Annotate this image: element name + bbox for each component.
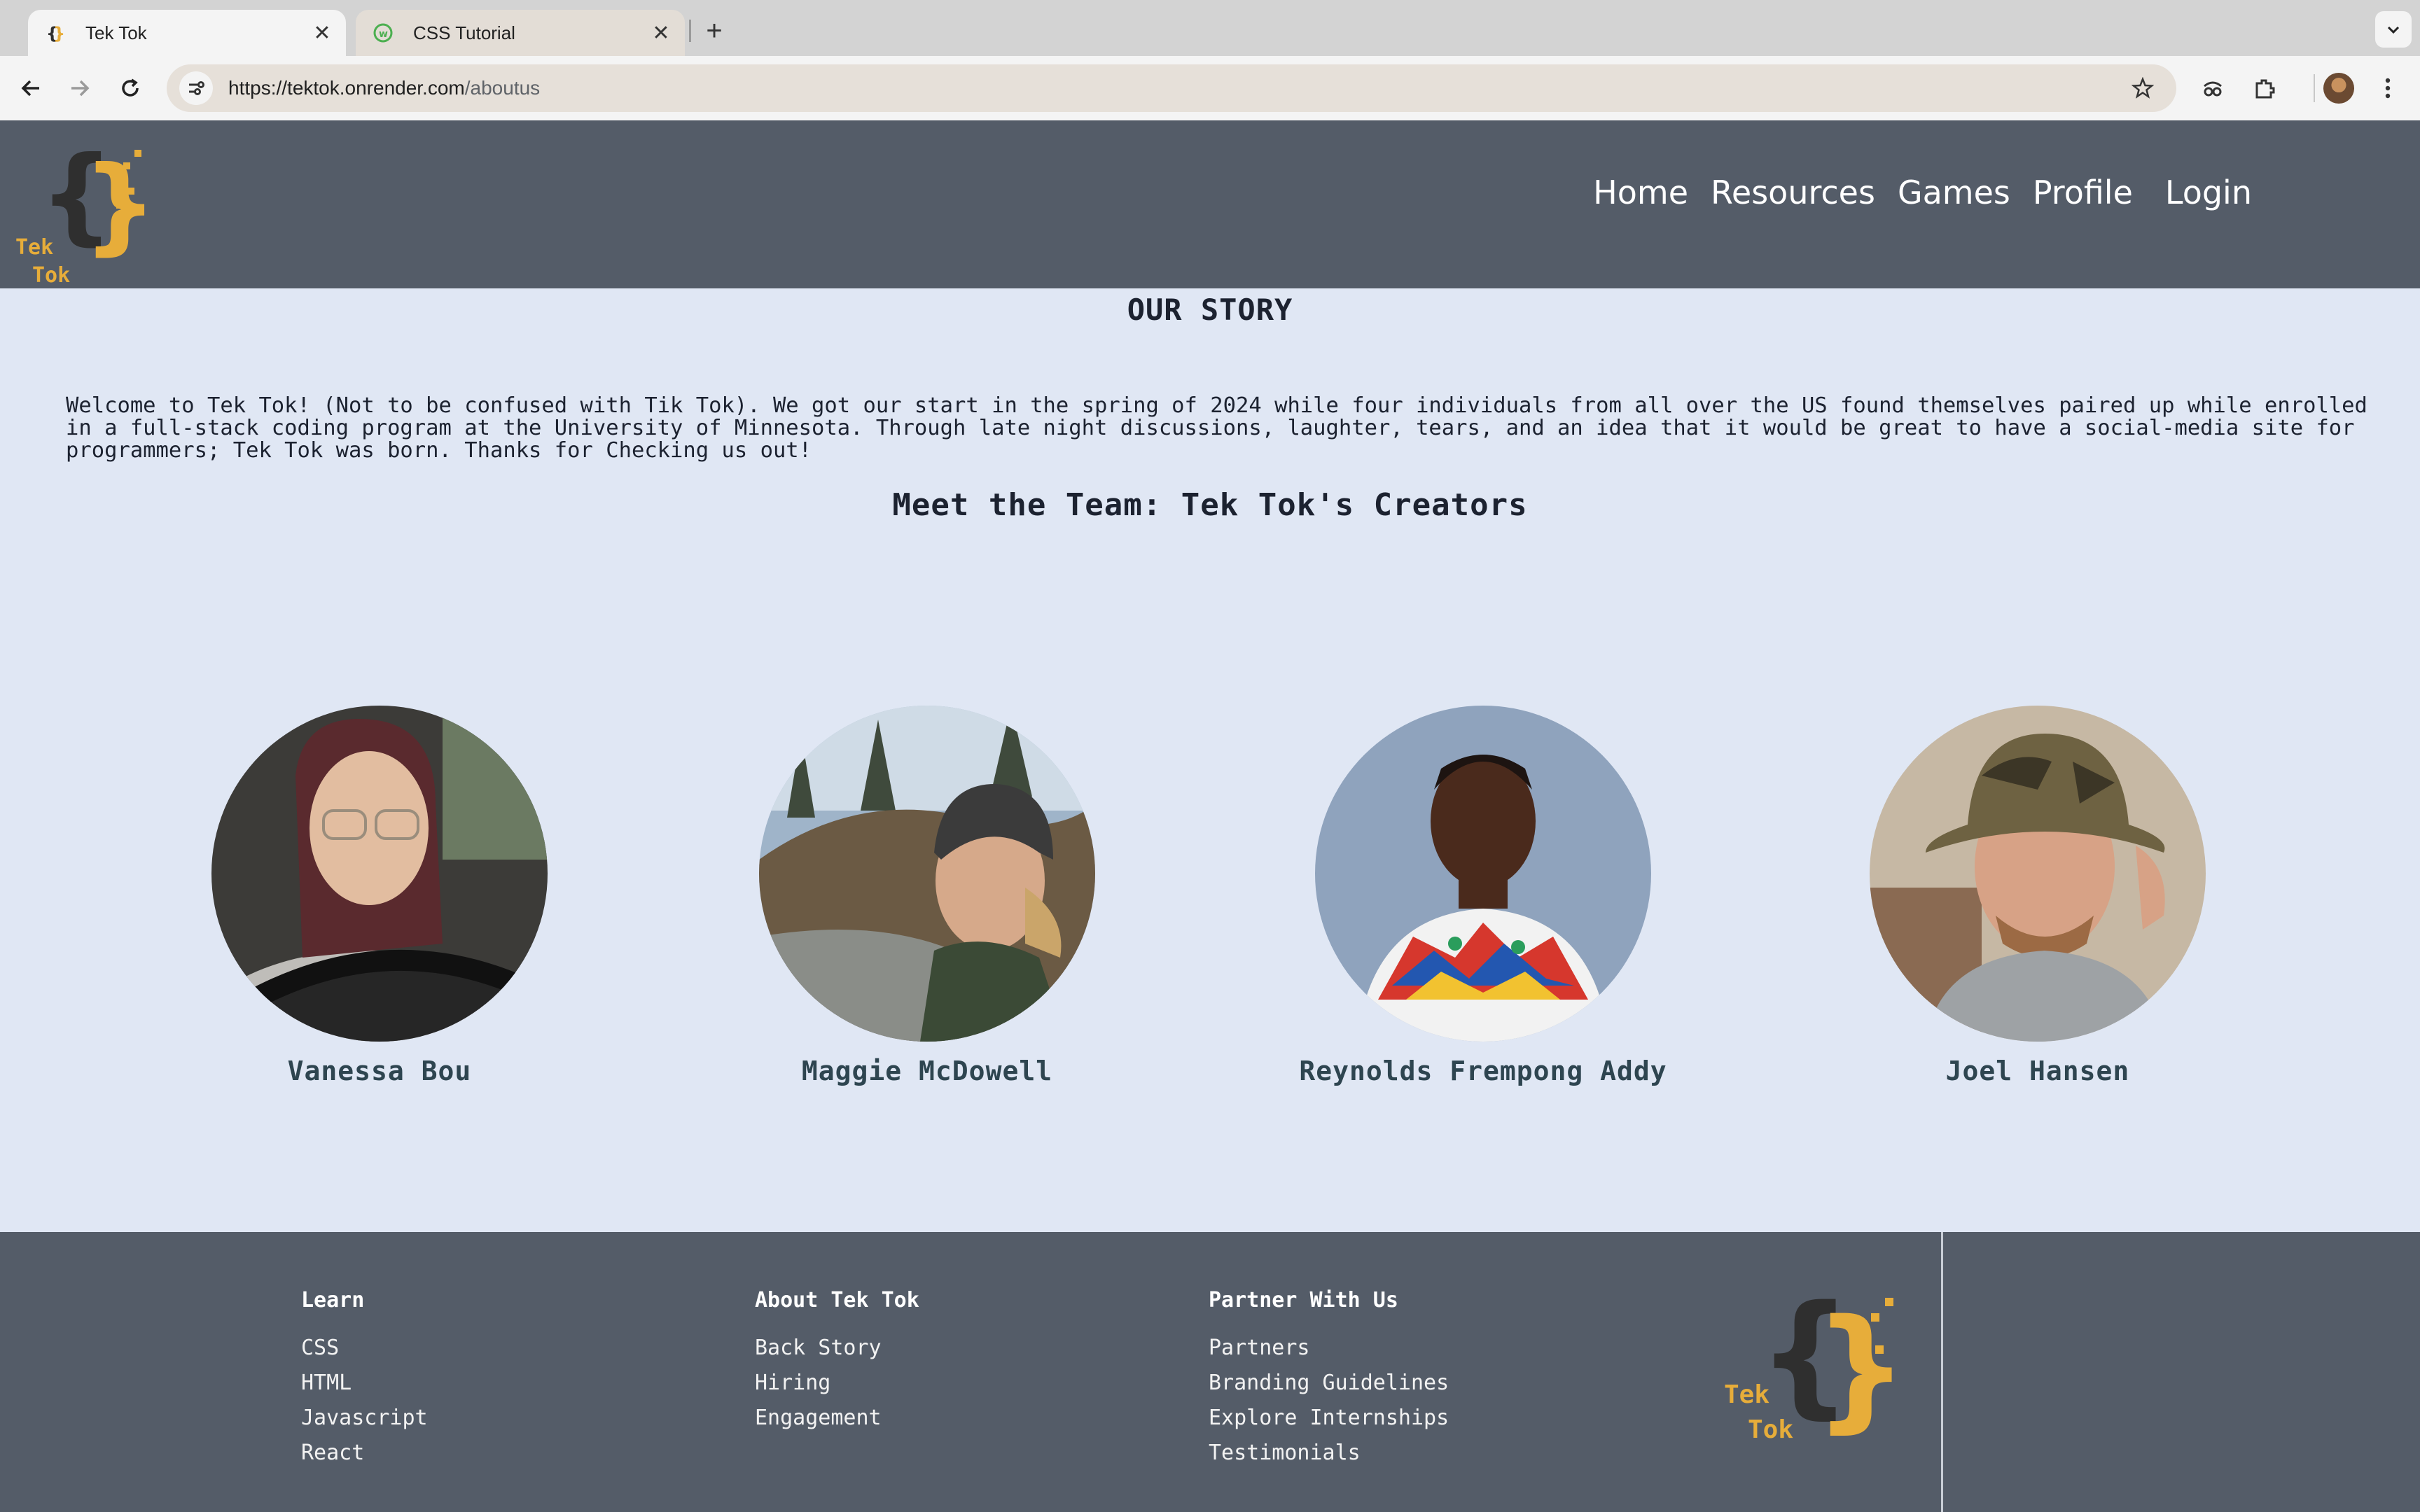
extensions-puzzle-icon[interactable] [2248,71,2281,105]
site-header: { } Tek Tok Home Resources Games Profile… [0,120,2420,288]
footer-heading: About Tek Tok [755,1288,919,1312]
footer-tektok-logo[interactable]: { } Tek Tok [1720,1277,1908,1463]
reload-button[interactable] [113,71,147,105]
member-photo [1870,706,2206,1042]
footer-link-javascript[interactable]: Javascript [301,1401,428,1436]
nav-profile[interactable]: Profile [2033,174,2133,211]
team-member-card: Reynolds Frempong Addy [1287,706,1679,1086]
tab-separator [689,20,691,42]
logo-pixel [1854,1330,1863,1338]
close-tab-icon[interactable]: ✕ [308,19,336,47]
footer-col-partner: Partner With Us Partners Branding Guidel… [1209,1288,1449,1471]
site-footer: Learn CSS HTML Javascript React About Te… [0,1232,2420,1512]
url-host: https://tektok.onrender.com [228,77,465,99]
member-name: Maggie McDowell [801,1056,1053,1086]
svg-text:w: w [379,29,388,40]
nav-login[interactable]: Login [2165,174,2252,211]
footer-link-internships[interactable]: Explore Internships [1209,1401,1449,1436]
footer-divider [1941,1232,1943,1512]
main-nav: Home Resources Games Profile Login [1571,174,2252,211]
logo-pixel [1860,1364,1868,1372]
browser-tab-bar: {} Tek Tok ✕ w CSS Tutorial ✕ + [0,0,2420,56]
logo-pixel [127,188,134,195]
footer-link-react[interactable]: React [301,1436,428,1471]
close-tab-icon[interactable]: ✕ [647,19,675,47]
url-text: https://tektok.onrender.com/aboutus [228,77,2126,99]
footer-link-back-story[interactable]: Back Story [755,1331,919,1366]
logo-word-tek: Tek [15,235,54,260]
footer-link-testimonials[interactable]: Testimonials [1209,1436,1449,1471]
member-photo [1315,706,1651,1042]
site-info-icon[interactable] [179,71,213,105]
story-heading: OUR STORY [1127,293,1293,327]
browser-toolbar: https://tektok.onrender.com/aboutus [0,56,2420,120]
footer-heading: Partner With Us [1209,1288,1398,1312]
logo-pixel [1885,1298,1893,1306]
tektok-logo[interactable]: { } Tek Tok [14,134,158,288]
team-heading: Meet the Team: Tek Tok's Creators [892,487,1528,523]
bookmark-star-icon[interactable] [2126,71,2160,105]
logo-word-tok: Tok [32,263,71,288]
about-us-main: OUR STORY Welcome to Tek Tok! (Not to be… [0,288,2420,1232]
new-tab-button[interactable]: + [697,14,731,48]
team-member-card: Vanessa Bou [183,706,576,1086]
arrow-right-icon [71,80,90,97]
browser-tab-css-tutorial[interactable]: w CSS Tutorial ✕ [356,10,685,56]
logo-pixel [116,202,123,209]
team-member-card: Maggie McDowell [731,706,1123,1086]
arrow-left-icon [21,80,39,97]
footer-link-css[interactable]: CSS [301,1331,428,1366]
member-name: Reynolds Frempong Addy [1299,1056,1667,1086]
nav-resources[interactable]: Resources [1711,174,1875,211]
tab-title: Tek Tok [85,22,147,43]
footer-heading: Learn [301,1288,365,1312]
story-paragraph: Welcome to Tek Tok! (Not to be confused … [66,393,2381,463]
toolbar-divider [2314,74,2315,102]
nav-games[interactable]: Games [1898,174,2010,211]
chevron-down-icon [2387,26,2400,34]
w3-favicon-icon: w [371,21,395,45]
member-photo [211,706,548,1042]
logo-pixel [134,150,141,157]
nav-home[interactable]: Home [1593,174,1688,211]
logo-pixel [112,175,119,182]
url-path: /aboutus [464,77,541,99]
team-member-card: Joel Hansen [1842,706,2234,1086]
forward-button[interactable] [63,71,97,105]
logo-word-tek: Tek [1724,1380,1770,1409]
reload-icon [122,78,139,97]
tab-title: CSS Tutorial [413,22,515,43]
footer-col-learn: Learn CSS HTML Javascript React [301,1288,428,1471]
footer-link-partners[interactable]: Partners [1209,1331,1449,1366]
back-button[interactable] [14,71,48,105]
member-name: Vanessa Bou [287,1056,472,1086]
member-name: Joel Hansen [1945,1056,2130,1086]
more-menu-icon[interactable] [2371,71,2405,105]
extension-incognito-icon[interactable] [2196,71,2230,105]
logo-pixel [1871,1313,1879,1322]
logo-pixel [123,162,130,169]
address-bar[interactable]: https://tektok.onrender.com/aboutus [167,64,2176,112]
footer-link-hiring[interactable]: Hiring [755,1366,919,1401]
footer-link-engagement[interactable]: Engagement [755,1401,919,1436]
svg-text:}: } [53,24,65,43]
profile-avatar[interactable] [2323,73,2354,104]
footer-link-branding[interactable]: Branding Guidelines [1209,1366,1449,1401]
footer-link-html[interactable]: HTML [301,1366,428,1401]
tab-list-button[interactable] [2375,11,2412,48]
browser-tab-tektok[interactable]: {} Tek Tok ✕ [28,10,346,56]
footer-col-about: About Tek Tok Back Story Hiring Engageme… [755,1288,919,1436]
logo-word-tok: Tok [1748,1415,1794,1444]
logo-pixel [1875,1345,1884,1354]
member-photo [759,706,1095,1042]
tektok-favicon-icon: {} [43,21,67,45]
